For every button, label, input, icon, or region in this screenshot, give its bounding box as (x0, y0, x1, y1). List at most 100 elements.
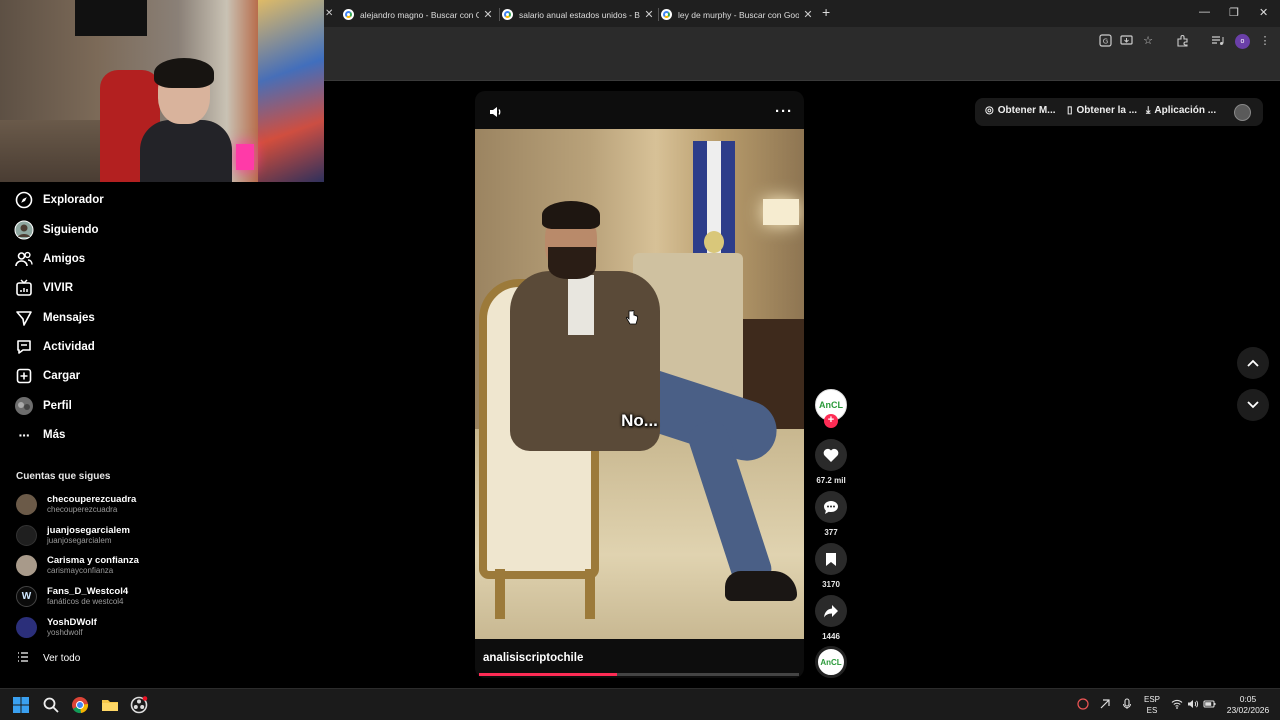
windows-start-icon[interactable] (12, 696, 30, 714)
translate-icon[interactable]: G (1098, 34, 1112, 48)
sidebar-item-label: Explorador (43, 194, 104, 206)
tab-alejandro-magno[interactable]: alejandro magno - Buscar con Google ✕ (343, 2, 493, 27)
get-coins-button[interactable]: ◎ Obtener M... (985, 105, 1056, 116)
tray-app-icon[interactable] (1077, 698, 1089, 712)
close-tab-icon[interactable]: ✕ (803, 8, 813, 21)
account-handle: checouperezcuadra (47, 505, 118, 514)
sidebar-item-cargar[interactable]: Cargar (14, 365, 80, 387)
webcam-shelf (0, 120, 110, 182)
battery-icon[interactable] (1203, 698, 1216, 712)
like-button[interactable] (815, 439, 847, 471)
account-item[interactable]: juanjosegarcialem juanjosegarcialem (16, 523, 130, 547)
close-tab-icon[interactable]: ✕ (483, 8, 493, 21)
keyboard-layout: ES (1146, 706, 1158, 715)
microphone-icon[interactable] (1121, 698, 1133, 712)
webcam-tv (75, 0, 147, 36)
comment-button[interactable] (815, 491, 847, 523)
chrome-icon[interactable] (71, 696, 89, 714)
media-control-icon[interactable] (1210, 34, 1224, 48)
avatar (16, 554, 37, 576)
avatar: W (16, 585, 37, 607)
video-author[interactable]: analisiscriptochile (483, 652, 583, 664)
search-icon[interactable] (42, 696, 60, 714)
sidebar-item-label: Mensajes (43, 312, 95, 324)
hand-cursor-icon (625, 310, 638, 331)
music-disc[interactable]: AnCL (815, 646, 847, 678)
webcam-overlay (0, 0, 324, 182)
video-progress-bar[interactable] (479, 673, 799, 676)
video-progress-fill (479, 673, 617, 676)
tab-divider (499, 8, 500, 21)
live-icon (14, 278, 34, 298)
get-app-button[interactable]: ▯ Obtener la ... (1067, 105, 1137, 116)
video-player[interactable]: ··· No... analisiscriptochile (475, 91, 804, 678)
share-button[interactable] (815, 595, 847, 627)
account-item[interactable]: Carisma y confianza carismayconfianza (16, 553, 139, 577)
wifi-icon[interactable] (1171, 698, 1183, 712)
desktop-app-button[interactable]: ⤓ Aplicación ... (1146, 105, 1216, 116)
tab-title: ley de murphy - Buscar con Google (678, 9, 799, 20)
webcam-streamer (140, 58, 232, 182)
like-count: 67.2 mil (816, 476, 846, 485)
avatar (16, 493, 37, 515)
install-app-icon[interactable] (1119, 34, 1133, 48)
sidebar-item-vivir[interactable]: VIVIR (14, 277, 73, 299)
account-item[interactable]: W Fans_D_Westcol4 fanáticos de westcol4 (16, 584, 128, 608)
account-item[interactable]: YoshDWolf yoshdwolf (16, 615, 97, 639)
desktop-app-label: Aplicación ... (1154, 105, 1217, 116)
obs-icon[interactable] (130, 696, 148, 714)
previous-video-button[interactable] (1237, 347, 1269, 379)
video-frame[interactable]: No... (475, 129, 804, 639)
top-actions-bar: ◎ Obtener M... ▯ Obtener la ... ⤓ Aplica… (975, 98, 1263, 126)
sidebar-item-mensajes[interactable]: Mensajes (14, 307, 95, 329)
user-avatar[interactable] (1234, 104, 1251, 121)
save-button[interactable] (815, 543, 847, 575)
restore-icon[interactable]: ❐ (1229, 6, 1239, 19)
account-name: checouperezcuadra (47, 494, 137, 505)
kebab-menu-icon[interactable]: ⋮ (1258, 34, 1272, 48)
more-options-icon[interactable]: ··· (775, 103, 793, 120)
sidebar-item-explorador[interactable]: Explorador (14, 189, 104, 211)
sidebar-item-actividad[interactable]: Actividad (14, 336, 95, 358)
list-icon (18, 652, 28, 665)
volume-icon[interactable] (489, 105, 503, 124)
sidebar-item-perfil[interactable]: Perfil (14, 395, 72, 417)
tray-network-app-icon[interactable] (1099, 698, 1111, 712)
bookmark-star-icon[interactable]: ☆ (1141, 34, 1155, 48)
webcam-poster (258, 0, 324, 182)
file-explorer-icon[interactable] (101, 696, 119, 714)
see-all-link[interactable]: Ver todo (18, 652, 80, 665)
sidebar-item-siguiendo[interactable]: Siguiendo (14, 219, 99, 241)
browser-toolbar: G ☆ o ⋮ (324, 27, 1280, 56)
new-tab-button[interactable]: + (822, 4, 830, 20)
extensions-icon[interactable] (1175, 34, 1189, 48)
tab-divider (658, 8, 659, 21)
profile-avatar[interactable]: o (1235, 34, 1250, 49)
volume-icon[interactable] (1187, 698, 1199, 712)
system-clock[interactable]: 0:05 23/02/2026 (1222, 694, 1274, 716)
more-dots-icon: ··· (18, 427, 31, 443)
account-item[interactable]: checouperezcuadra checouperezcuadra (16, 492, 136, 516)
clock-time: 0:05 (1239, 694, 1257, 704)
messages-icon (14, 308, 34, 328)
tab-ley-de-murphy[interactable]: ley de murphy - Buscar con Google ✕ (661, 2, 813, 27)
close-window-icon[interactable]: ✕ (1259, 6, 1268, 19)
avatar (16, 524, 37, 546)
tab-salario-anual[interactable]: salario anual estados unidos - Buscar co… (502, 2, 654, 27)
avatar (16, 616, 37, 638)
see-all-label: Ver todo (43, 653, 81, 664)
close-tab-icon[interactable]: ✕ (644, 8, 654, 21)
bookmarks-bar (324, 56, 1280, 80)
next-video-button[interactable] (1237, 389, 1269, 421)
sidebar-item-mas[interactable]: ··· Más (14, 424, 66, 446)
close-tab-icon[interactable]: ✕ (325, 8, 333, 19)
follow-plus-icon[interactable]: + (824, 414, 838, 428)
minimize-icon[interactable]: — (1199, 6, 1210, 18)
sidebar: Explorador Siguiendo Amigos VIVIR Mensaj… (0, 182, 160, 688)
language-indicator[interactable]: ESP ES (1143, 694, 1161, 716)
account-handle: juanjosegarcialem (47, 536, 112, 545)
svg-text:G: G (1102, 38, 1107, 46)
tab-title: alejandro magno - Buscar con Google (360, 9, 479, 20)
sidebar-item-amigos[interactable]: Amigos (14, 248, 85, 270)
sidebar-item-label: Más (43, 429, 66, 441)
